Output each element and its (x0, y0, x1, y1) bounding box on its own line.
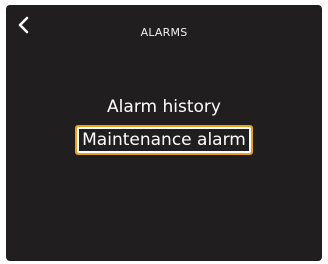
menu-item-alarm-history[interactable]: Alarm history (103, 95, 225, 119)
alarms-menu: Alarm history Maintenance alarm (6, 95, 322, 155)
alarms-screen: ALARMS Alarm history Maintenance alarm (6, 5, 322, 261)
page-title: ALARMS (140, 26, 188, 39)
menu-item-maintenance-alarm[interactable]: Maintenance alarm (75, 125, 253, 155)
